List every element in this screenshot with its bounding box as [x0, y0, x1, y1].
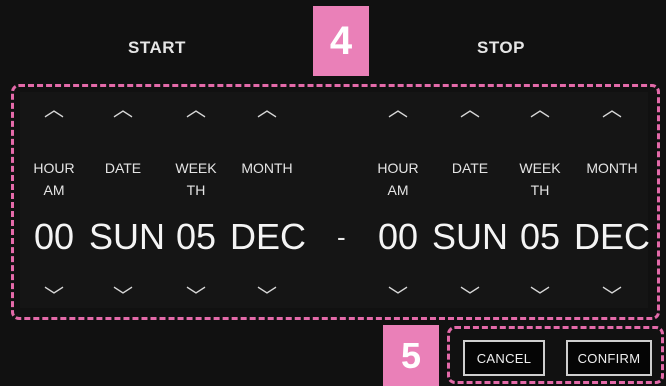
- stop-week-label-line2: TH: [530, 182, 550, 198]
- start-hour-up-icon[interactable]: ︿: [20, 100, 88, 120]
- start-week-down-icon[interactable]: ﹀: [162, 287, 230, 307]
- stop-date-down-icon[interactable]: ﹀: [436, 287, 504, 307]
- start-hour-down-icon[interactable]: ﹀: [20, 287, 88, 307]
- stop-week-up-icon[interactable]: ︿: [506, 100, 574, 120]
- stop-month-label: MONTH: [586, 160, 638, 176]
- start-date-value[interactable]: SUN: [89, 216, 165, 258]
- start-title: START: [128, 38, 186, 57]
- stop-week-down-icon[interactable]: ﹀: [506, 287, 574, 307]
- cancel-button[interactable]: CANCEL: [463, 340, 545, 376]
- start-hour-label: HOUR AM: [20, 157, 88, 201]
- start-month-up-icon[interactable]: ︿: [233, 100, 301, 120]
- annotation-badge-range: 4: [313, 6, 369, 76]
- stop-date-value[interactable]: SUN: [432, 216, 508, 258]
- start-month-value[interactable]: DEC: [229, 216, 307, 258]
- stop-week-value[interactable]: 05: [506, 216, 574, 258]
- stop-title: STOP: [477, 38, 525, 57]
- stop-week-label-line1: WEEK: [519, 160, 561, 176]
- start-hour-label-line1: HOUR: [33, 160, 75, 176]
- start-hour-label-line2: AM: [43, 182, 65, 198]
- start-week-label: WEEK TH: [162, 157, 230, 201]
- stop-month-value[interactable]: DEC: [572, 216, 652, 258]
- start-hour-value[interactable]: 00: [20, 216, 88, 258]
- range-separator: -: [337, 222, 346, 252]
- stop-month-up-icon[interactable]: ︿: [578, 100, 646, 120]
- stop-month-down-icon[interactable]: ﹀: [578, 287, 646, 307]
- stop-week-label: WEEK TH: [506, 157, 574, 201]
- stop-hour-label-line2: AM: [387, 182, 409, 198]
- stop-hour-label: HOUR AM: [364, 157, 432, 201]
- start-week-up-icon[interactable]: ︿: [162, 100, 230, 120]
- stop-hour-down-icon[interactable]: ﹀: [364, 287, 432, 307]
- start-month-label: MONTH: [241, 160, 293, 176]
- start-week-label-line1: WEEK: [175, 160, 217, 176]
- stop-date-up-icon[interactable]: ︿: [436, 100, 504, 120]
- start-date-down-icon[interactable]: ﹀: [89, 287, 157, 307]
- start-week-label-line2: TH: [186, 182, 206, 198]
- stop-hour-value[interactable]: 00: [364, 216, 432, 258]
- stop-date-label: DATE: [451, 160, 489, 176]
- stop-hour-up-icon[interactable]: ︿: [364, 100, 432, 120]
- annotation-badge-buttons: 5: [383, 325, 439, 386]
- start-date-up-icon[interactable]: ︿: [89, 100, 157, 120]
- confirm-button[interactable]: CONFIRM: [566, 340, 652, 376]
- start-date-label: DATE: [104, 160, 142, 176]
- stop-hour-label-line1: HOUR: [377, 160, 419, 176]
- start-week-value[interactable]: 05: [162, 216, 230, 258]
- start-month-down-icon[interactable]: ﹀: [233, 287, 301, 307]
